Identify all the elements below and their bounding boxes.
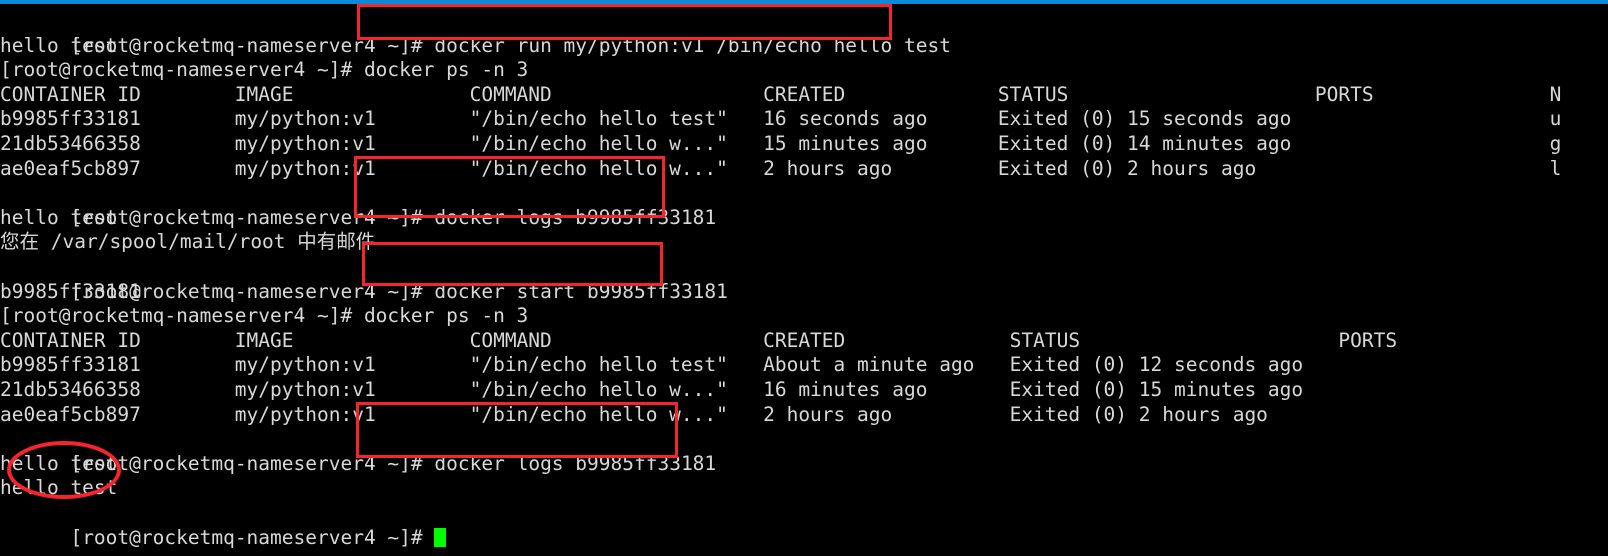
terminal-line-command-docker-ps-1: [root@rocketmq-nameserver4 ~]# docker ps… <box>0 58 529 82</box>
terminal-window: [root@rocketmq-nameserver4 ~]# docker ru… <box>0 0 1608 556</box>
terminal-line-command-docker-logs-1: [root@rocketmq-nameserver4 ~]# docker lo… <box>0 181 716 229</box>
terminal-line-output: hello test <box>0 205 118 229</box>
table2-header-row: CONTAINER ID IMAGE COMMAND CREATED STATU… <box>0 328 1398 352</box>
terminal-line-command-docker-start: [root@rocketmq-nameserver4 ~]# docker st… <box>0 255 727 303</box>
command-text: docker logs b9985ff33181 <box>434 451 717 475</box>
terminal-line-command-docker-logs-2: [root@rocketmq-nameserver4 ~]# docker lo… <box>0 427 716 475</box>
shell-prompt: [root@rocketmq-nameserver4 ~]# <box>70 205 435 229</box>
table1-row: b9985ff33181 my/python:v1 "/bin/echo hel… <box>0 107 1562 131</box>
table2-row: 21db53466358 my/python:v1 "/bin/echo hel… <box>0 378 1304 401</box>
command-text: docker run my/python:v1 /bin/echo hello … <box>434 33 951 57</box>
shell-prompt: [root@rocketmq-nameserver4 ~]# <box>70 525 435 549</box>
terminal-line-command-docker-run: [root@rocketmq-nameserver4 ~]# docker ru… <box>0 9 951 57</box>
table1-row: 21db53466358 my/python:v1 "/bin/echo hel… <box>0 132 1562 155</box>
terminal-line-command-docker-ps-2: [root@rocketmq-nameserver4 ~]# docker ps… <box>0 304 529 328</box>
command-text: docker start b9985ff33181 <box>434 279 728 303</box>
table2-row: ae0eaf5cb897 my/python:v1 "/bin/echo hel… <box>0 402 1268 426</box>
command-text: docker logs b9985ff33181 <box>434 205 717 229</box>
table1-header-row: CONTAINER ID IMAGE COMMAND CREATED STATU… <box>0 82 1562 106</box>
table2-row: b9985ff33181 my/python:v1 "/bin/echo hel… <box>0 353 1304 377</box>
shell-prompt: [root@rocketmq-nameserver4 ~]# <box>70 33 435 57</box>
terminal-line-output-container-id: b9985ff33181 <box>0 279 141 303</box>
shell-prompt: [root@rocketmq-nameserver4 ~]# <box>70 451 435 475</box>
terminal-line-output: hello test <box>0 451 118 475</box>
terminal-screen[interactable]: [root@rocketmq-nameserver4 ~]# docker ru… <box>0 4 1608 556</box>
terminal-line-output: hello test <box>0 33 118 57</box>
terminal-line-output: hello test <box>0 476 118 500</box>
terminal-line-mail-notice: 您在 /var/spool/mail/root 中有邮件 <box>0 230 376 254</box>
text-cursor <box>434 527 447 547</box>
terminal-line-active-prompt[interactable]: [root@rocketmq-nameserver4 ~]# <box>0 501 447 549</box>
table1-row: ae0eaf5cb897 my/python:v1 "/bin/echo hel… <box>0 156 1562 180</box>
